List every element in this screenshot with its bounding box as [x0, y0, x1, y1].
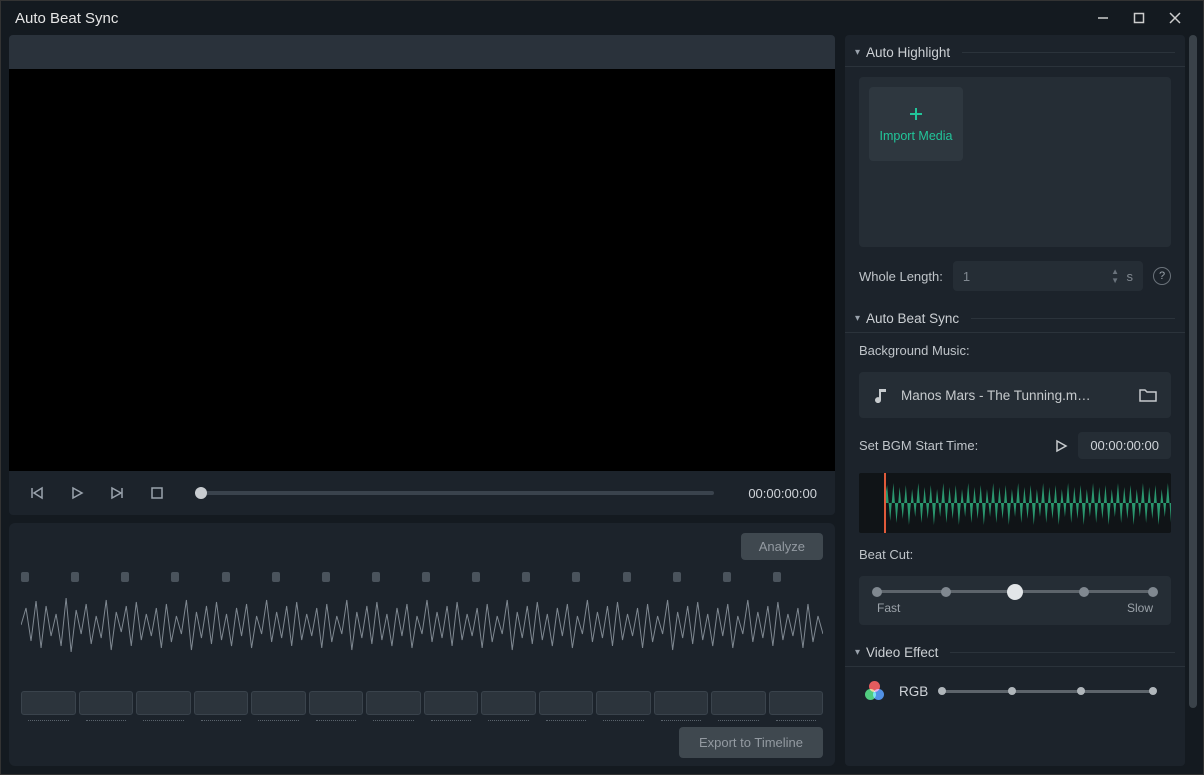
folder-icon[interactable]: [1139, 387, 1157, 403]
minimize-button[interactable]: [1085, 4, 1121, 32]
whole-length-value: 1: [963, 269, 970, 284]
preview-panel: 00:00:00:00: [9, 35, 835, 515]
playhead-slider[interactable]: [201, 491, 714, 495]
play-icon[interactable]: [1054, 439, 1068, 453]
analysis-panel: Analyze: [9, 523, 835, 766]
section-title: Auto Highlight: [866, 45, 950, 60]
beat-cut-label: Beat Cut:: [859, 547, 1171, 562]
rgb-slider[interactable]: [942, 690, 1153, 693]
number-spinner[interactable]: ▲▼: [1111, 267, 1119, 285]
whole-length-unit: s: [1127, 269, 1134, 284]
preview-timecode: 00:00:00:00: [748, 486, 817, 501]
section-title: Auto Beat Sync: [866, 311, 959, 326]
window-title: Auto Beat Sync: [15, 10, 118, 27]
background-music-field[interactable]: Manos Mars - The Tunning.m…: [859, 372, 1171, 418]
bgm-playhead-cursor[interactable]: [884, 473, 886, 533]
segment-bar[interactable]: [21, 691, 823, 715]
background-music-name: Manos Mars - The Tunning.m…: [901, 388, 1127, 403]
beat-cut-slider[interactable]: Fast Slow: [859, 576, 1171, 625]
side-panel-scrollbar[interactable]: [1189, 35, 1197, 766]
video-preview[interactable]: [9, 69, 835, 471]
app-window: Auto Beat Sync 00:00:00:00: [0, 0, 1204, 775]
caret-down-icon: ▾: [855, 647, 860, 658]
title-bar: Auto Beat Sync: [1, 1, 1203, 35]
caret-down-icon: ▾: [855, 47, 860, 58]
whole-length-label: Whole Length:: [859, 269, 943, 284]
beat-cut-fast-label: Fast: [877, 601, 900, 615]
bgm-start-time-value[interactable]: 00:00:00:00: [1078, 432, 1171, 459]
play-button[interactable]: [67, 483, 87, 503]
section-auto-beat-sync-header[interactable]: ▾ Auto Beat Sync: [845, 309, 1185, 333]
import-media-button[interactable]: Import Media: [869, 87, 963, 161]
side-panel: ▾ Auto Highlight Import Media Whole Leng…: [845, 35, 1185, 766]
bgm-waveform[interactable]: [859, 473, 1171, 533]
stop-button[interactable]: [147, 483, 167, 503]
bgm-start-time-label: Set BGM Start Time:: [859, 438, 978, 453]
analysis-waveform[interactable]: [21, 586, 823, 664]
whole-length-input[interactable]: 1 s ▲▼: [953, 261, 1143, 291]
section-video-effect-header[interactable]: ▾ Video Effect: [845, 643, 1185, 667]
media-dropzone[interactable]: Import Media: [859, 77, 1171, 247]
caret-down-icon: ▾: [855, 313, 860, 324]
import-media-label: Import Media: [880, 129, 953, 143]
rgb-label: RGB: [899, 684, 928, 699]
export-to-timeline-button[interactable]: Export to Timeline: [679, 727, 823, 758]
beat-markers[interactable]: [21, 572, 823, 586]
music-note-icon: [873, 387, 889, 403]
maximize-button[interactable]: [1121, 4, 1157, 32]
help-icon[interactable]: ?: [1153, 267, 1171, 285]
section-auto-highlight-header[interactable]: ▾ Auto Highlight: [845, 43, 1185, 67]
background-music-label: Background Music:: [859, 343, 1171, 358]
rgb-icon: [865, 681, 885, 701]
next-frame-button[interactable]: [107, 483, 127, 503]
section-title: Video Effect: [866, 645, 938, 660]
plus-icon: [907, 105, 925, 123]
analyze-button[interactable]: Analyze: [741, 533, 823, 560]
close-button[interactable]: [1157, 4, 1193, 32]
transport-controls: 00:00:00:00: [9, 471, 835, 515]
beat-cut-slow-label: Slow: [1127, 601, 1153, 615]
preview-header-bar: [9, 35, 835, 69]
prev-frame-button[interactable]: [27, 483, 47, 503]
